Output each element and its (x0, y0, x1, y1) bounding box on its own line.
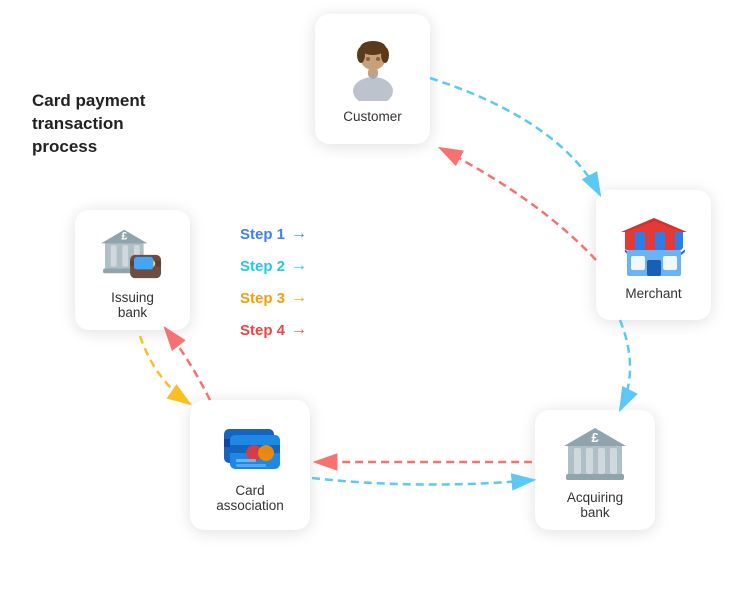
arrow-merchant-to-acquiring (620, 320, 630, 410)
step1-arrow: → (291, 225, 307, 243)
step3-arrow: → (291, 289, 307, 307)
merchant-icon (621, 214, 687, 278)
issuing-bank-card: £ Issuingbank (75, 210, 190, 330)
step4-item: Step 4 → (240, 321, 307, 339)
merchant-card: Merchant (596, 190, 711, 320)
step1-label: Step 1 (240, 226, 285, 243)
arrow-issuing-to-card-assoc (140, 336, 190, 404)
step3-label: Step 3 (240, 290, 285, 307)
step2-label: Step 2 (240, 258, 285, 275)
svg-text:£: £ (121, 230, 127, 242)
step3-item: Step 3 → (240, 289, 307, 307)
step4-label: Step 4 (240, 322, 285, 339)
svg-text:£: £ (591, 430, 599, 445)
arrow-card-assoc-to-acquiring (312, 478, 534, 485)
arrow-card-assoc-to-issuing (165, 328, 210, 400)
customer-icon (344, 39, 402, 101)
merchant-label: Merchant (625, 286, 681, 301)
card-association-card: Cardassociation (190, 400, 310, 530)
acquiring-bank-label: Acquiringbank (567, 490, 623, 520)
diagram-title: Card paymenttransactionprocess (32, 90, 145, 159)
acquiring-bank-icon: £ (564, 424, 626, 482)
arrow-customer-to-merchant (430, 78, 600, 195)
acquiring-bank-card: £ Acquiringbank (535, 410, 655, 530)
card-association-icon (216, 421, 284, 475)
customer-card: Customer (315, 14, 430, 144)
step2-item: Step 2 → (240, 257, 307, 275)
issuing-bank-icon: £ (100, 224, 166, 282)
step4-arrow: → (291, 321, 307, 339)
customer-label: Customer (343, 109, 402, 124)
card-association-label: Cardassociation (216, 483, 284, 513)
diagram-container: Card paymenttransactionprocess Customer (0, 0, 750, 602)
arrow-merchant-to-customer (440, 148, 596, 260)
issuing-bank-label: Issuingbank (111, 290, 154, 320)
step2-arrow: → (291, 257, 307, 275)
steps-legend: Step 1 → Step 2 → Step 3 → Step 4 → (240, 225, 307, 339)
step1-item: Step 1 → (240, 225, 307, 243)
